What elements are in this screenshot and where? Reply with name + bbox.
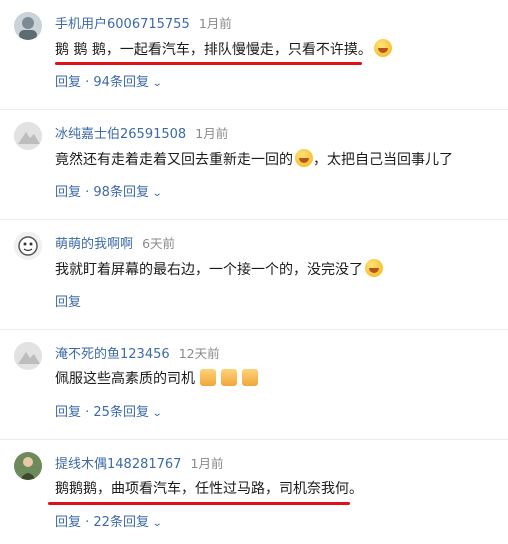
comment-text-body: 佩服这些高素质的司机	[55, 371, 195, 387]
reply-link-label: 回复	[55, 295, 82, 310]
comment-text: 鹅 鹅 鹅，一起看汽车，排队慢慢走，只看不许摸。	[55, 39, 488, 60]
timestamp: 6天前	[142, 236, 176, 251]
comment-text: 鹅鹅鹅，曲项看汽车，任性过马路，司机奈我何。	[55, 479, 488, 499]
reply-link[interactable]: 回复 · 94条回复 ⌄	[55, 74, 163, 93]
highlight-underline	[55, 62, 362, 65]
username[interactable]: 淹不死的鱼123456	[55, 347, 170, 362]
comment-text: 我就盯着屏幕的最右边，一个接一个的，没完没了	[55, 259, 488, 280]
chevron-down-icon: ⌄	[151, 188, 163, 199]
reply-link-label: 回复 · 22条回复	[55, 515, 149, 530]
comment-item: 淹不死的鱼123456 12天前 佩服这些高素质的司机 回复 · 25条回复 ⌄	[0, 330, 508, 440]
chevron-down-icon: ⌄	[151, 408, 163, 419]
thumbs-up-icon	[221, 369, 237, 386]
avatar[interactable]	[14, 342, 42, 370]
comment-item: 手机用户6006715755 1月前 鹅 鹅 鹅，一起看汽车，排队慢慢走，只看不…	[0, 0, 508, 110]
avatar[interactable]	[14, 232, 42, 260]
timestamp: 12天前	[178, 346, 220, 361]
reply-link-label: 回复 · 94条回复	[55, 75, 149, 90]
avatar[interactable]	[14, 12, 42, 40]
comment-text-body: 我就盯着屏幕的最右边，一个接一个的，没完没了	[55, 262, 363, 278]
timestamp: 1月前	[195, 126, 229, 141]
reply-link[interactable]: 回复	[55, 294, 81, 312]
timestamp: 1月前	[198, 16, 232, 31]
reply-link-label: 回复 · 98条回复	[55, 185, 149, 200]
timestamp: 1月前	[190, 456, 224, 471]
comment-text-body: 鹅鹅鹅，曲项看汽车，任性过马路，司机奈我何。	[55, 481, 363, 497]
reply-link[interactable]: 回复 · 22条回复 ⌄	[55, 514, 163, 533]
highlight-underline	[48, 502, 350, 505]
thumbs-up-icon	[242, 369, 258, 386]
comment-text-body: 鹅 鹅 鹅，一起看汽车，排队慢慢走，只看不许摸。	[55, 42, 372, 58]
comment-text: 竟然还有走着走着又回去重新走一回的 ，太把自己当回事儿了	[55, 149, 488, 170]
reply-link-label: 回复 · 25条回复	[55, 405, 149, 420]
chevron-down-icon: ⌄	[151, 78, 163, 89]
chevron-down-icon: ⌄	[151, 518, 163, 529]
comment-text-body: 竟然还有走着走着又回去重新走一回的	[55, 152, 293, 168]
username[interactable]: 提线木偶148281767	[55, 457, 181, 472]
username[interactable]: 手机用户6006715755	[55, 17, 190, 32]
reply-link[interactable]: 回复 · 25条回复 ⌄	[55, 404, 163, 423]
laugh-emoji-icon	[373, 39, 392, 57]
username[interactable]: 冰纯嘉士伯26591508	[55, 127, 186, 142]
comment-text: 佩服这些高素质的司机	[55, 369, 488, 389]
thumbs-up-icon	[200, 369, 216, 386]
reply-link[interactable]: 回复 · 98条回复 ⌄	[55, 184, 163, 203]
laugh-emoji-icon	[365, 259, 383, 277]
comment-item: 冰纯嘉士伯26591508 1月前 竟然还有走着走着又回去重新走一回的 ，太把自己…	[0, 110, 508, 220]
avatar[interactable]	[14, 452, 42, 480]
laugh-emoji-icon	[295, 149, 313, 167]
comment-text-tail: ，太把自己当回事儿了	[313, 152, 453, 168]
avatar[interactable]	[14, 122, 42, 150]
username[interactable]: 萌萌的我啊啊	[55, 237, 133, 252]
comment-item: 萌萌的我啊啊 6天前 我就盯着屏幕的最右边，一个接一个的，没完没了 回复	[0, 220, 508, 330]
comment-item: 提线木偶148281767 1月前 鹅鹅鹅，曲项看汽车，任性过马路，司机奈我何。…	[0, 440, 508, 544]
